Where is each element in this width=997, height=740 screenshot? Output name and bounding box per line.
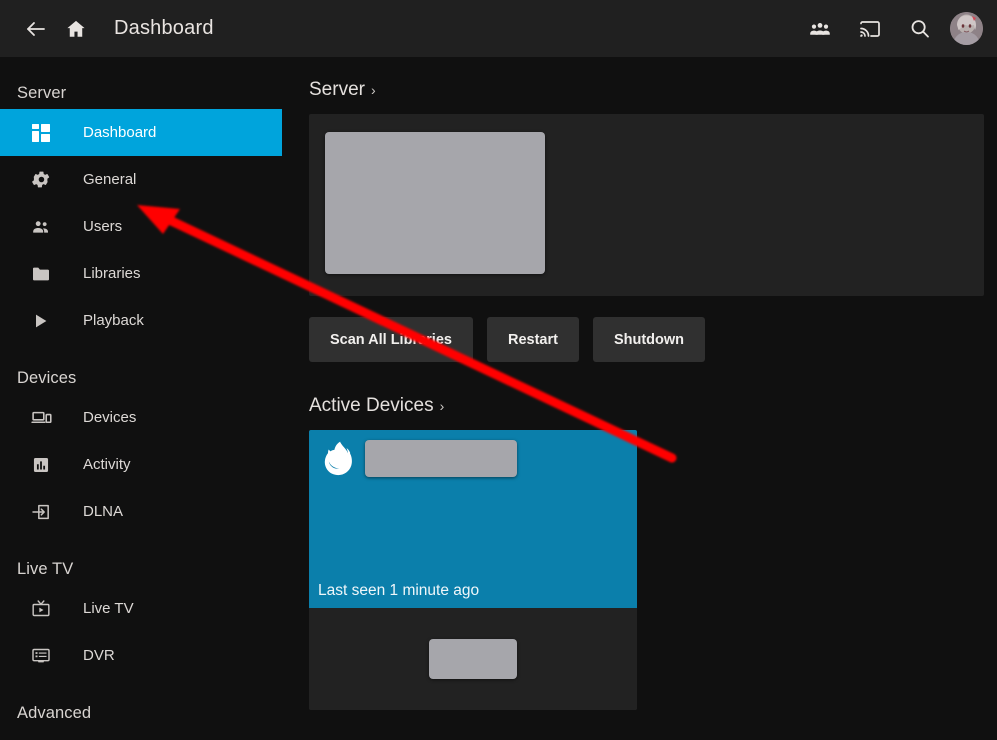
device-card-footer	[309, 608, 637, 710]
back-button[interactable]	[16, 9, 56, 49]
redacted-device-user	[429, 639, 517, 679]
main-content: Server › Scan All Libraries Restart Shut…	[282, 57, 997, 740]
search-icon	[911, 19, 929, 38]
search-button[interactable]	[900, 9, 940, 49]
sidebar-item-label: DVR	[83, 647, 115, 664]
active-devices-title: Active Devices	[309, 395, 434, 416]
server-info-card	[309, 114, 984, 296]
play-icon	[29, 309, 53, 333]
gear-icon	[29, 168, 53, 192]
sidebar-item-label: Libraries	[83, 265, 141, 282]
sidebar-group-header-devices: Devices	[17, 369, 77, 387]
redacted-device-name	[365, 440, 517, 477]
sidebar-item-libraries[interactable]: Libraries	[0, 250, 282, 297]
sidebar-item-label: Devices	[83, 409, 137, 426]
cast-button[interactable]	[850, 9, 890, 49]
dlna-input-icon	[29, 500, 53, 524]
user-avatar-image	[950, 12, 983, 45]
sidebar-group-header-server: Server	[17, 84, 67, 102]
live-tv-icon	[29, 597, 53, 621]
server-action-buttons: Scan All Libraries Restart Shutdown	[309, 317, 985, 362]
sidebar-group-header-live-tv: Live TV	[17, 560, 74, 578]
sidebar-item-devices[interactable]: Devices	[0, 394, 282, 441]
restart-button[interactable]: Restart	[486, 317, 579, 362]
shutdown-button[interactable]: Shutdown	[592, 317, 706, 362]
sidebar-navigation: Server Dashboard General Users Libraries…	[0, 57, 282, 740]
arrow-left-icon	[27, 21, 45, 36]
device-card-body: Last seen 1 minute ago	[309, 430, 637, 608]
people-group-icon	[810, 22, 830, 35]
jellyfin-dashboard-page: Dashboard Server Dashboard General Users…	[0, 0, 997, 740]
sidebar-item-label: Live TV	[83, 600, 134, 617]
device-card-heading	[319, 440, 637, 477]
firefox-logo-icon	[319, 441, 355, 477]
sidebar-item-users[interactable]: Users	[0, 203, 282, 250]
chevron-right-icon: ›	[439, 398, 445, 414]
dvr-icon	[29, 644, 53, 668]
avatar[interactable]	[950, 12, 983, 45]
page-title: Dashboard	[114, 17, 214, 39]
sidebar-item-label: DLNA	[83, 503, 124, 520]
people-icon	[29, 215, 53, 239]
topbar-left-group: Dashboard	[16, 9, 214, 49]
active-devices-section-header[interactable]: Active Devices ›	[309, 395, 985, 417]
cast-icon	[860, 20, 880, 37]
top-app-bar: Dashboard	[0, 0, 997, 57]
sidebar-item-label: Playback	[83, 312, 144, 329]
sidebar-item-label: Activity	[83, 456, 131, 473]
dashboard-grid-icon	[29, 121, 53, 145]
sidebar-item-dvr[interactable]: DVR	[0, 632, 282, 679]
home-button[interactable]	[56, 9, 96, 49]
chevron-right-icon: ›	[370, 82, 376, 98]
sidebar-item-playback[interactable]: Playback	[0, 297, 282, 344]
active-device-card[interactable]: Last seen 1 minute ago	[309, 430, 637, 710]
server-section-title: Server	[309, 79, 365, 100]
devices-icon	[29, 406, 53, 430]
activity-chart-icon	[29, 453, 53, 477]
scan-all-libraries-button[interactable]: Scan All Libraries	[309, 317, 473, 362]
sidebar-item-general[interactable]: General	[0, 156, 282, 203]
sidebar-group-header-advanced: Advanced	[17, 704, 92, 722]
sidebar-item-label: Users	[83, 218, 123, 235]
folder-icon	[29, 262, 53, 286]
group-watch-button[interactable]	[800, 9, 840, 49]
sidebar-item-label: General	[83, 171, 137, 188]
sidebar-item-dashboard[interactable]: Dashboard	[0, 109, 282, 156]
sidebar-item-activity[interactable]: Activity	[0, 441, 282, 488]
home-icon	[67, 20, 85, 37]
sidebar-item-dlna[interactable]: DLNA	[0, 488, 282, 535]
redacted-server-info	[325, 132, 545, 274]
server-section-header[interactable]: Server ›	[309, 79, 985, 101]
sidebar-item-live-tv[interactable]: Live TV	[0, 585, 282, 632]
device-last-seen: Last seen 1 minute ago	[318, 582, 480, 599]
topbar-actions	[800, 9, 983, 49]
sidebar-item-label: Dashboard	[83, 124, 157, 141]
